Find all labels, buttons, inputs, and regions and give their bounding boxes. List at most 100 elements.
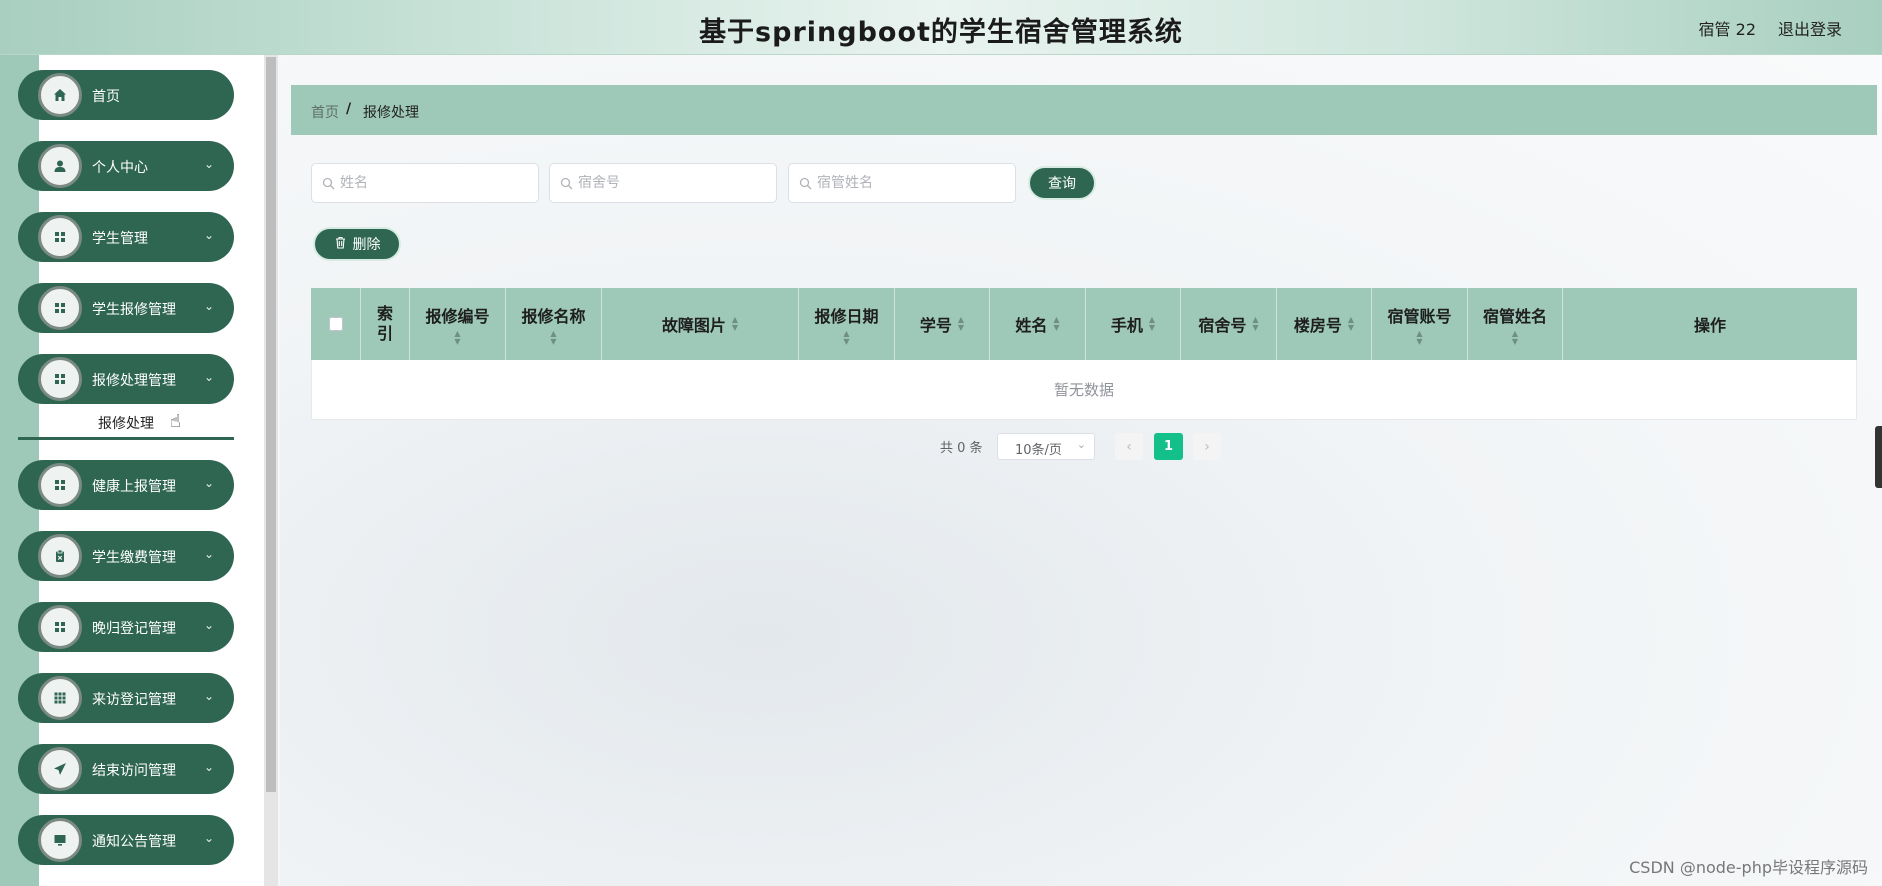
sidebar-item-late-returns[interactable]: 晚归登记管理 ⌄ bbox=[18, 602, 234, 652]
chevron-down-icon: ⌄ bbox=[203, 476, 214, 490]
col-fault-image[interactable]: 故障图片 ▲ ▼ bbox=[602, 288, 799, 360]
col-label: 报修日期 bbox=[814, 306, 879, 326]
grid-icon bbox=[38, 215, 82, 259]
sidebar-item-health-reports[interactable]: 健康上报管理 ⌄ bbox=[18, 460, 234, 510]
col-label: 报修名称 bbox=[521, 306, 586, 326]
home-icon bbox=[38, 73, 82, 117]
repair-table: 索引 报修编号 ▲ ▼ 报修名称 ▲ ▼ 故障图片 ▲ ▼ 报修日期 ▲ ▼ 学号 ▲ ▼… bbox=[311, 288, 1857, 420]
sort-icon[interactable]: ▲ ▼ bbox=[550, 329, 556, 346]
side-handle[interactable] bbox=[1875, 426, 1882, 488]
sort-icon[interactable]: ▲ ▼ bbox=[958, 316, 964, 332]
chevron-down-icon: ⌄ bbox=[203, 157, 214, 171]
sort-icon[interactable]: ▲ ▼ bbox=[1348, 316, 1354, 332]
apps-icon bbox=[38, 676, 82, 720]
sidebar-item-profile[interactable]: 个人中心 ⌄ bbox=[18, 141, 234, 191]
dorm-search-input[interactable] bbox=[578, 164, 768, 202]
monitor-icon bbox=[38, 818, 82, 862]
hand-cursor-icon: ☝ bbox=[170, 411, 181, 432]
sidebar-item-home[interactable]: 首页 bbox=[18, 70, 234, 120]
chevron-down-icon: ⌄ bbox=[203, 831, 214, 845]
trash-icon bbox=[334, 236, 347, 253]
delete-button[interactable]: 删除 bbox=[313, 227, 401, 261]
sort-icon[interactable]: ▲ ▼ bbox=[1512, 329, 1518, 346]
user-icon bbox=[38, 144, 82, 188]
grid-icon bbox=[38, 357, 82, 401]
next-page-button[interactable]: › bbox=[1193, 433, 1221, 460]
sidebar-item-label: 来访登记管理 bbox=[92, 692, 176, 708]
sidebar-subitem-repair-processing[interactable]: 报修处理 bbox=[98, 413, 154, 433]
sidebar-item-repair-handling[interactable]: 报修处理管理 ⌄ bbox=[18, 354, 234, 404]
page-size-select[interactable]: 10条/页 ⌄ bbox=[997, 433, 1095, 460]
query-button[interactable]: 查询 bbox=[1028, 166, 1096, 200]
chevron-down-icon: ⌄ bbox=[203, 689, 214, 703]
sidebar-scrollbar-thumb[interactable] bbox=[266, 57, 276, 792]
sort-icon[interactable]: ▲ ▼ bbox=[1149, 316, 1155, 332]
grid-icon bbox=[38, 463, 82, 507]
sidebar-item-end-visits[interactable]: 结束访问管理 ⌄ bbox=[18, 744, 234, 794]
col-building-no[interactable]: 楼房号 ▲ ▼ bbox=[1277, 288, 1372, 360]
sidebar-item-student-repairs[interactable]: 学生报修管理 ⌄ bbox=[18, 283, 234, 333]
col-student-no[interactable]: 学号 ▲ ▼ bbox=[895, 288, 990, 360]
col-repair-date[interactable]: 报修日期 ▲ ▼ bbox=[799, 288, 895, 360]
sort-icon[interactable]: ▲ ▼ bbox=[1053, 316, 1059, 332]
name-search-input[interactable] bbox=[340, 164, 530, 202]
manager-search-input[interactable] bbox=[817, 164, 1007, 202]
col-dorm-no[interactable]: 宿舍号 ▲ ▼ bbox=[1181, 288, 1277, 360]
name-search-field[interactable] bbox=[311, 163, 539, 203]
sort-icon[interactable]: ▲ ▼ bbox=[843, 329, 849, 346]
grid-icon bbox=[38, 605, 82, 649]
top-header: 基于springboot的学生宿舍管理系统 宿管 22 退出登录 bbox=[0, 0, 1882, 55]
sidebar-item-label: 报修处理管理 bbox=[92, 373, 176, 389]
col-manager-name[interactable]: 宿管姓名 ▲ ▼ bbox=[1468, 288, 1563, 360]
sidebar-item-students[interactable]: 学生管理 ⌄ bbox=[18, 212, 234, 262]
send-icon bbox=[38, 747, 82, 791]
sidebar-item-notices[interactable]: 通知公告管理 ⌄ bbox=[18, 815, 234, 865]
col-manager-account[interactable]: 宿管账号 ▲ ▼ bbox=[1372, 288, 1468, 360]
clipboard-icon bbox=[38, 534, 82, 578]
sidebar-menu: 首页 个人中心 ⌄ 学生管理 ⌄ 学生报修管理 ⌄ 报修处理管理 ⌄ 报修处理 … bbox=[18, 70, 234, 886]
sidebar-item-label: 学生报修管理 bbox=[92, 302, 176, 318]
breadcrumb-home[interactable]: 首页 bbox=[311, 102, 339, 122]
col-repair-no[interactable]: 报修编号 ▲ ▼ bbox=[410, 288, 506, 360]
dorm-search-field[interactable] bbox=[549, 163, 777, 203]
sidebar-item-visitors[interactable]: 来访登记管理 ⌄ bbox=[18, 673, 234, 723]
col-index: 索引 bbox=[361, 288, 410, 360]
current-user: 宿管 22 bbox=[1698, 20, 1756, 39]
search-icon bbox=[322, 175, 335, 194]
sidebar-submenu: 报修处理 ☝ bbox=[18, 411, 234, 440]
chevron-down-icon: ⌄ bbox=[203, 299, 214, 313]
chevron-down-icon: ⌄ bbox=[203, 618, 214, 632]
page-1-button[interactable]: 1 bbox=[1154, 433, 1183, 460]
page-size-value: 10条/页 bbox=[1015, 443, 1062, 458]
col-label: 报修编号 bbox=[425, 306, 490, 326]
sidebar-item-label: 健康上报管理 bbox=[92, 479, 176, 495]
grid-icon bbox=[38, 286, 82, 330]
logout-link[interactable]: 退出登录 bbox=[1778, 16, 1842, 40]
col-label: 学号 bbox=[919, 316, 952, 335]
sidebar-item-label: 结束访问管理 bbox=[92, 763, 176, 779]
col-operation: 操作 bbox=[1693, 316, 1726, 335]
prev-page-button[interactable]: ‹ bbox=[1115, 433, 1143, 460]
chevron-down-icon: ⌄ bbox=[1076, 438, 1086, 451]
sort-icon[interactable]: ▲ ▼ bbox=[454, 329, 460, 346]
search-icon bbox=[560, 175, 573, 194]
sort-icon[interactable]: ▲ ▼ bbox=[1252, 316, 1258, 332]
table-header: 索引 报修编号 ▲ ▼ 报修名称 ▲ ▼ 故障图片 ▲ ▼ 报修日期 ▲ ▼ 学号 ▲ ▼… bbox=[311, 288, 1857, 360]
sidebar-item-fees[interactable]: 学生缴费管理 ⌄ bbox=[18, 531, 234, 581]
breadcrumb-separator: / bbox=[346, 101, 352, 117]
submenu-active-indicator bbox=[18, 437, 234, 440]
delete-button-label: 删除 bbox=[352, 237, 381, 253]
manager-search-field[interactable] bbox=[788, 163, 1016, 203]
col-name[interactable]: 姓名 ▲ ▼ bbox=[990, 288, 1086, 360]
col-repair-name[interactable]: 报修名称 ▲ ▼ bbox=[506, 288, 602, 360]
chevron-down-icon: ⌄ bbox=[203, 760, 214, 774]
chevron-down-icon: ⌄ bbox=[203, 547, 214, 561]
watermark: CSDN @node-php毕设程序源码 bbox=[1629, 858, 1868, 877]
sort-icon[interactable]: ▲ ▼ bbox=[1416, 329, 1422, 346]
col-phone[interactable]: 手机 ▲ ▼ bbox=[1086, 288, 1181, 360]
col-label: 姓名 bbox=[1015, 316, 1048, 335]
search-icon bbox=[799, 175, 812, 194]
sort-icon[interactable]: ▲ ▼ bbox=[732, 316, 738, 332]
select-all-checkbox[interactable] bbox=[328, 317, 343, 331]
table-empty-state: 暂无数据 bbox=[311, 360, 1857, 420]
